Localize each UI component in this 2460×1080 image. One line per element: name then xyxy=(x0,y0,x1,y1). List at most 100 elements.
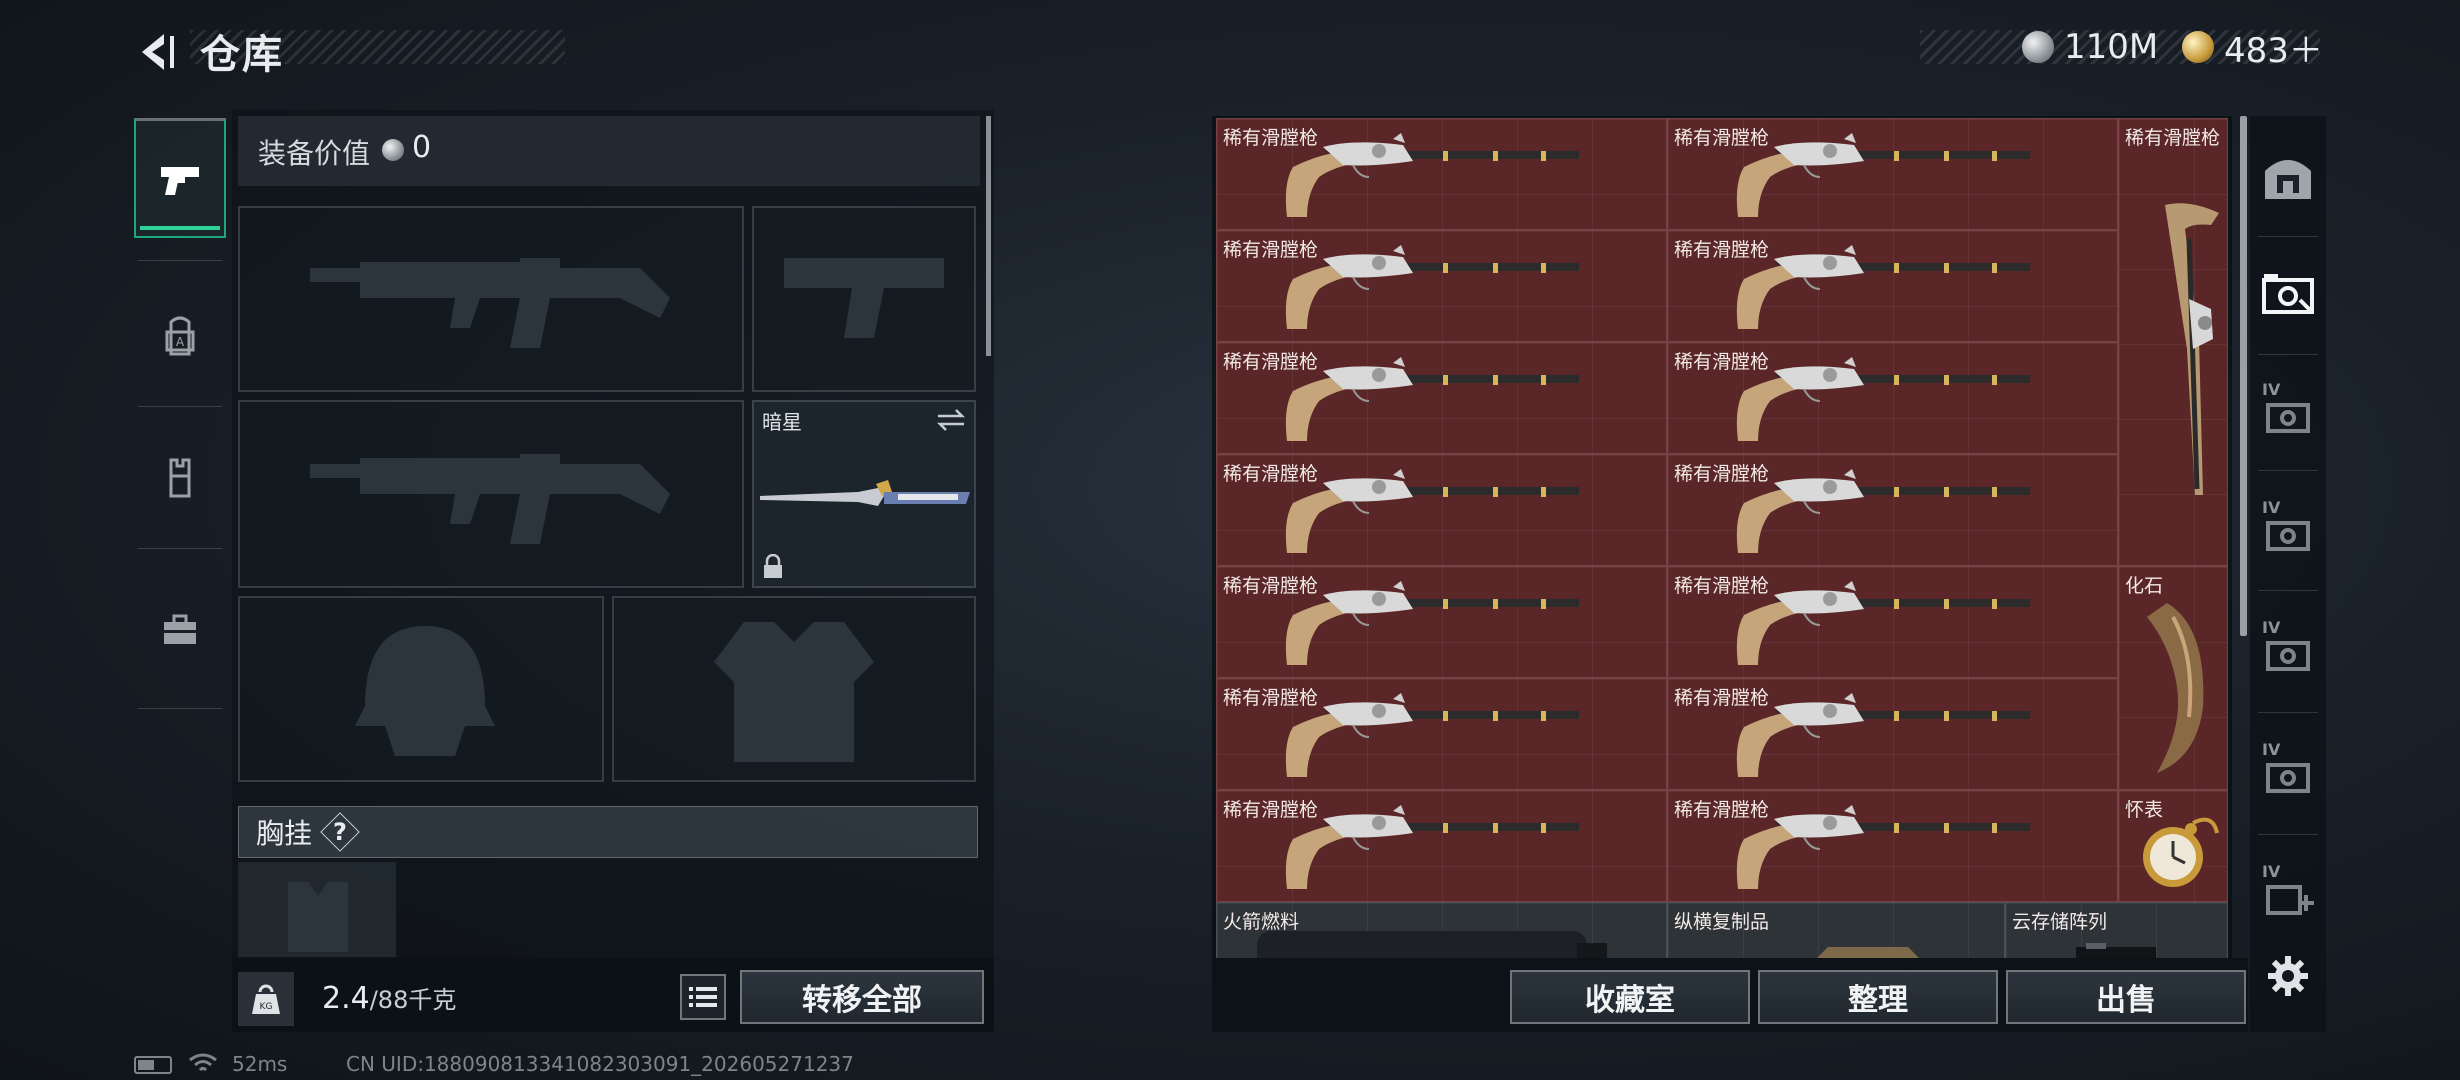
item-name: 稀有滑膛枪 xyxy=(1223,351,1319,373)
storage-item[interactable]: 火箭燃料 xyxy=(1216,902,1667,958)
equipment-value: 0 xyxy=(412,130,432,165)
storage-item[interactable]: 纵横复制品 xyxy=(1667,902,2005,958)
item-name: 稀有滑膛枪 xyxy=(1674,351,1770,373)
storage-item[interactable]: 云存储阵列 xyxy=(2005,902,2228,958)
storage-item[interactable]: 稀有滑膛枪 xyxy=(1667,566,2118,678)
gear-icon xyxy=(2268,956,2308,996)
melee-slot[interactable]: 暗星 xyxy=(752,400,976,588)
lock-icon xyxy=(764,554,782,578)
storage-grid: 稀有滑膛枪 稀有滑膛枪 稀有滑膛枪 稀有滑膛枪 稀有滑膛枪 稀有滑膛枪 稀有滑膛枪 稀有滑膛枪… xyxy=(1216,118,2228,958)
armor-silhouette-icon xyxy=(714,622,874,762)
item-name: 怀表 xyxy=(2125,799,2164,821)
musket-icon xyxy=(1285,245,1579,329)
storage-tab-safe[interactable] xyxy=(2254,138,2322,218)
storage-item[interactable]: 稀有滑膛枪 xyxy=(1216,118,1667,230)
storage-tab-warehouse-4[interactable]: IV xyxy=(2254,372,2322,452)
silver-coin-icon xyxy=(382,139,404,161)
storage-tab-warehouse-1[interactable] xyxy=(2254,254,2322,334)
item-name: 稀有滑膛枪 xyxy=(1223,575,1319,597)
sell-button[interactable]: 出售 xyxy=(2006,970,2246,1024)
musket-icon xyxy=(2165,203,2219,495)
item-name: 稀有滑膛枪 xyxy=(1223,463,1319,485)
storage-tab-warehouse-5[interactable]: IV xyxy=(2254,490,2322,570)
item-name: 火箭燃料 xyxy=(1223,911,1300,933)
item-name: 稀有滑膛枪 xyxy=(1674,575,1770,597)
storage-item[interactable]: 稀有滑膛枪 xyxy=(1216,342,1667,454)
tab-backpack[interactable]: A xyxy=(134,276,226,396)
list-view-button[interactable] xyxy=(680,974,726,1020)
gold-currency[interactable]: 483＋ xyxy=(2182,24,2323,71)
help-button[interactable]: ? xyxy=(320,814,360,850)
transfer-all-button[interactable]: 转移全部 xyxy=(740,970,984,1024)
storage-item[interactable]: 稀有滑膛枪 xyxy=(1667,118,2118,230)
item-name: 稀有滑膛枪 xyxy=(1223,687,1319,709)
musket-icon xyxy=(1736,133,2030,217)
list-icon xyxy=(689,987,717,1007)
musket-icon xyxy=(1736,581,2030,665)
vest-icon xyxy=(169,458,191,498)
storage-tab-add[interactable]: IV xyxy=(2254,854,2322,934)
storage-item[interactable]: 稀有滑膛枪 xyxy=(1667,678,2118,790)
storage-item[interactable]: 稀有滑膛枪 xyxy=(1216,790,1667,902)
storage-tab-warehouse-6[interactable]: IV xyxy=(2254,610,2322,690)
tab-toolbox[interactable] xyxy=(134,570,226,690)
storage-item[interactable]: 稀有滑膛枪 xyxy=(1216,230,1667,342)
storage-item[interactable]: 稀有滑膛枪 xyxy=(1216,678,1667,790)
storage-item[interactable]: 化石 xyxy=(2118,566,2228,790)
rocket-fuel-icon xyxy=(1257,931,1607,958)
pistol-icon xyxy=(161,166,199,195)
storage-item[interactable]: 稀有滑膛枪 xyxy=(1667,790,2118,902)
item-name: 纵横复制品 xyxy=(1674,911,1770,933)
help-icon: ? xyxy=(333,818,347,846)
storage-item[interactable]: 稀有滑膛枪 xyxy=(1216,454,1667,566)
back-arrow-icon xyxy=(142,34,174,70)
chest-rig-label: 胸挂 xyxy=(256,817,313,850)
replica-item-icon xyxy=(1817,947,1919,958)
storage-item[interactable]: 稀有滑膛枪 xyxy=(1216,566,1667,678)
weight-icon: KG xyxy=(252,984,280,1014)
storage-scrollbar[interactable] xyxy=(2240,116,2247,636)
category-tabs: A xyxy=(134,108,226,713)
item-name: 稀有滑膛枪 xyxy=(1674,799,1770,821)
page-title: 仓库 xyxy=(200,32,284,78)
svg-text:A: A xyxy=(176,335,185,349)
sidearm-slot[interactable] xyxy=(752,206,976,392)
backpack-icon: A xyxy=(165,316,195,356)
musket-icon xyxy=(1285,581,1579,665)
equipment-scrollbar[interactable] xyxy=(986,116,991,356)
primary-weapon-slot-2[interactable] xyxy=(238,400,744,588)
musket-icon xyxy=(1736,469,2030,553)
chest-rig-silhouette-icon xyxy=(288,882,348,952)
rifle-silhouette-icon xyxy=(310,258,670,348)
tab-armor-vest[interactable] xyxy=(134,418,226,538)
item-name: 稀有滑膛枪 xyxy=(1674,239,1770,261)
item-name: 稀有滑膛枪 xyxy=(2125,127,2221,149)
collection-room-button[interactable]: 收藏室 xyxy=(1510,970,1750,1024)
item-name: 云存储阵列 xyxy=(2012,911,2108,933)
tab-weapons[interactable] xyxy=(134,118,226,238)
chest-rig-slot[interactable] xyxy=(238,862,396,957)
storage-item[interactable]: 稀有滑膛枪 xyxy=(2118,118,2228,566)
melee-item-name: 暗星 xyxy=(762,410,802,434)
storage-item[interactable]: 怀表 xyxy=(2118,790,2228,902)
body-armor-slot[interactable] xyxy=(612,596,976,782)
weight-max: /88千克 xyxy=(369,986,457,1014)
storage-tab-warehouse-7[interactable]: IV xyxy=(2254,732,2322,812)
warehouse-icon xyxy=(2262,274,2314,314)
helmet-slot[interactable] xyxy=(238,596,604,782)
safe-box-icon xyxy=(2265,160,2311,199)
swap-icon[interactable] xyxy=(936,408,966,432)
settings-button[interactable] xyxy=(2254,936,2322,1016)
knife-icon xyxy=(760,480,970,506)
silver-amount: 110M xyxy=(2064,27,2159,67)
gold-amount: 483＋ xyxy=(2224,30,2323,71)
storage-item[interactable]: 稀有滑膛枪 xyxy=(1667,342,2118,454)
item-name: 稀有滑膛枪 xyxy=(1223,799,1319,821)
primary-weapon-slot-1[interactable] xyxy=(238,206,744,392)
back-button[interactable] xyxy=(128,24,184,80)
storage-item[interactable]: 稀有滑膛枪 xyxy=(1667,230,2118,342)
item-name: 稀有滑膛枪 xyxy=(1674,463,1770,485)
organize-button[interactable]: 整理 xyxy=(1758,970,1998,1024)
gold-coin-icon xyxy=(2182,31,2214,63)
storage-item[interactable]: 稀有滑膛枪 xyxy=(1667,454,2118,566)
